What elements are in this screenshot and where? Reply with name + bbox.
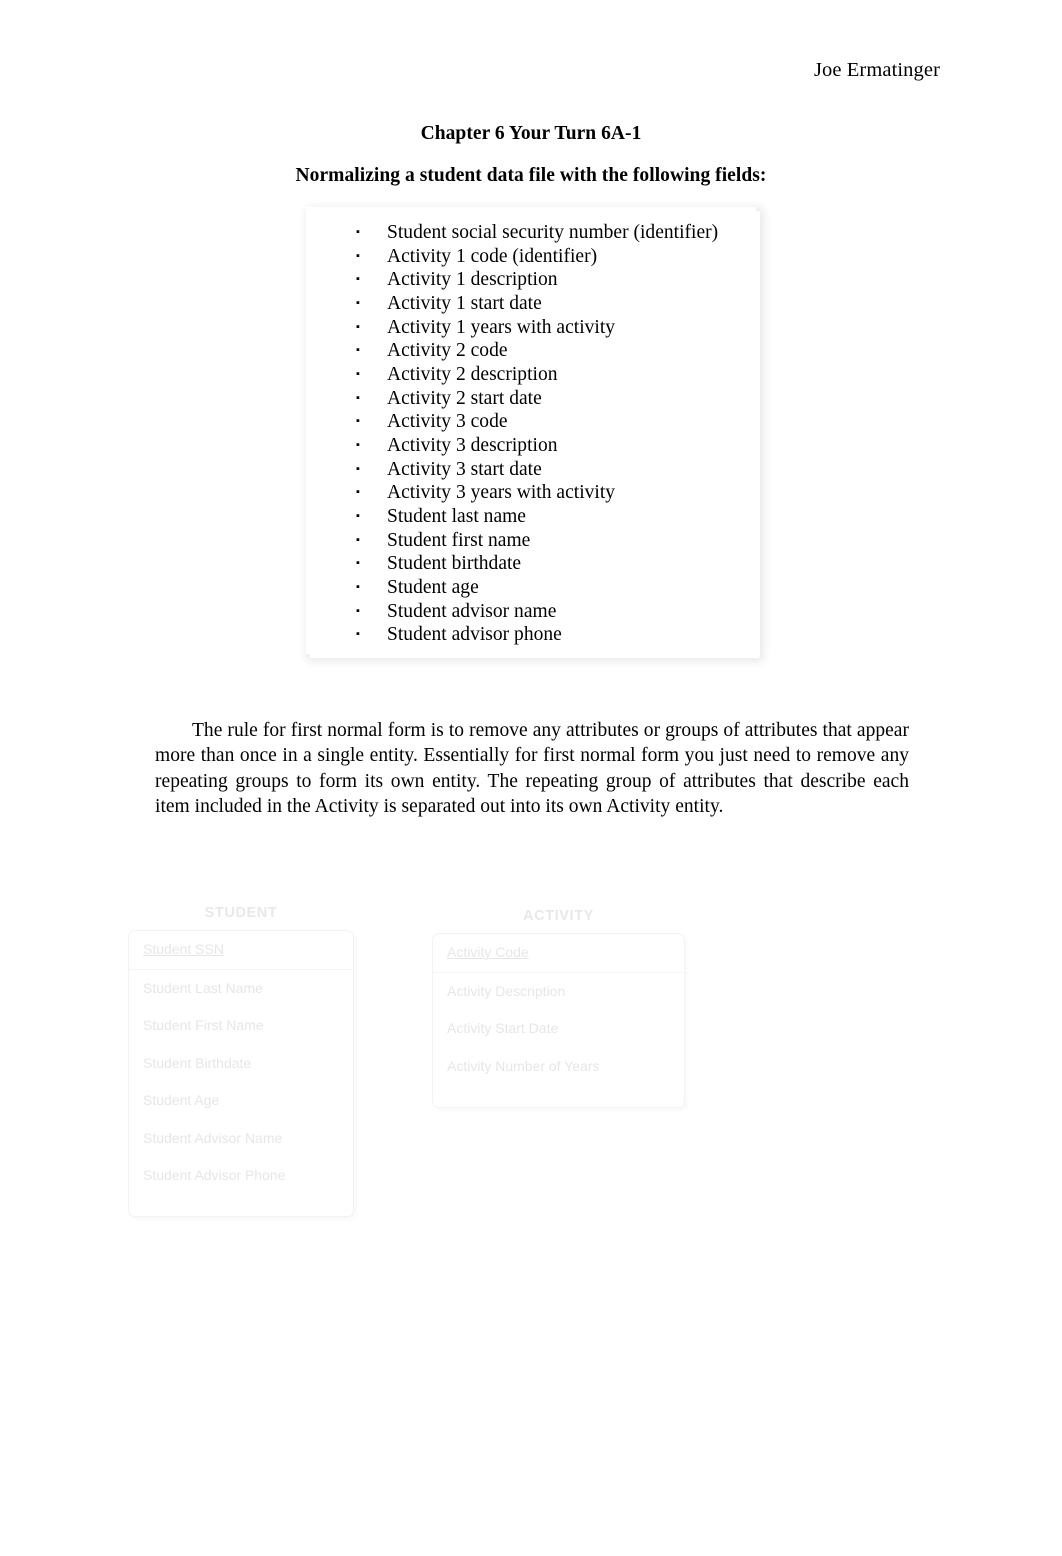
entity-student-attribute: Student Advisor Name [143, 1129, 283, 1146]
square-bullet-icon: ▪ [356, 320, 360, 333]
square-bullet-icon: ▪ [356, 509, 360, 522]
field-list-item-label: Student advisor phone [387, 624, 562, 646]
field-list-item: ▪ Activity 3 years with activity [306, 481, 756, 505]
field-list-item-label: Student first name [387, 529, 531, 551]
field-list-item-label: Student birthdate [387, 553, 522, 575]
document-page: Joe Ermatinger Chapter 6 Your Turn 6A-1 … [0, 0, 1062, 1556]
entity-student-box: Student SSN Student Last Name Student Fi… [128, 930, 354, 1217]
field-list-item: ▪ Student advisor name [306, 600, 756, 624]
author-name: Joe Ermatinger [813, 59, 940, 81]
field-list-item-label: Activity 3 years with activity [387, 482, 616, 504]
entity-activity-attribute: Activity Start Date [447, 1020, 559, 1036]
field-list-item-label: Activity 2 start date [387, 387, 542, 409]
field-list-item: ▪ Activity 2 start date [306, 387, 756, 411]
field-list-item: ▪ Student birthdate [306, 552, 756, 576]
field-list: ▪ Student social security number (identif… [306, 221, 756, 647]
square-bullet-icon: ▪ [356, 438, 360, 451]
field-list-item-label: Activity 3 start date [387, 458, 542, 480]
field-list-item: ▪ Activity 3 start date [306, 458, 756, 482]
field-list-item: ▪ Student age [306, 576, 756, 600]
square-bullet-icon: ▪ [356, 462, 360, 475]
field-list-item: ▪ Activity 3 code [306, 410, 756, 434]
square-bullet-icon: ▪ [356, 557, 360, 570]
square-bullet-icon: ▪ [356, 344, 360, 357]
field-list-item: ▪ Activity 2 description [306, 363, 756, 387]
entity-activity-attribute: Activity Description [447, 982, 566, 999]
square-bullet-icon: ▪ [356, 391, 360, 404]
square-bullet-icon: ▪ [356, 486, 360, 499]
field-list-item: ▪ Student social security number (identif… [306, 221, 756, 245]
field-list-item: ▪ Student advisor phone [306, 623, 756, 647]
entity-activity-title: ACTIVITY [523, 908, 594, 924]
entity-activity-box: Activity Code Activity Description Activ… [432, 933, 685, 1108]
field-list-item: ▪ Activity 1 start date [306, 292, 756, 316]
field-list-item: ▪ Activity 1 code (identifier) [306, 245, 756, 269]
square-bullet-icon: ▪ [356, 273, 360, 286]
square-bullet-icon: ▪ [356, 296, 360, 309]
square-bullet-icon: ▪ [356, 367, 360, 380]
entity-student-attribute: Student Age [143, 1092, 220, 1108]
body-paragraph: The rule for first normal form is to rem… [155, 720, 909, 818]
document-title: Chapter 6 Your Turn 6A-1 [420, 123, 642, 144]
field-list-item-label: Student social security number (identifi… [387, 222, 719, 243]
document-header: Joe Ermatinger [0, 58, 1062, 83]
square-bullet-icon: ▪ [356, 604, 360, 617]
field-list-item-label: Student age [387, 576, 479, 598]
field-list-box: ▪ Student social security number (identif… [306, 207, 756, 654]
field-list-item-label: Activity 1 years with activity [387, 316, 616, 338]
field-list-item-label: Student last name [387, 505, 526, 527]
field-list-item-label: Student advisor name [387, 600, 557, 622]
er-diagram: STUDENT Student SSN Student Last Name St… [0, 895, 1062, 1265]
square-bullet-icon: ▪ [356, 580, 360, 593]
entity-activity-key: Activity Code [433, 934, 684, 973]
field-list-item-label: Activity 1 description [387, 269, 558, 291]
field-list-item: ▪ Activity 3 description [306, 434, 756, 458]
field-list-item-label: Activity 1 start date [387, 292, 542, 314]
entity-student-attribute: Student Birthdate [143, 1054, 252, 1071]
field-list-textbox: ▪ Student social security number (identif… [306, 207, 756, 654]
entity-student-key: Student SSN [129, 931, 353, 970]
field-list-item: ▪ Student last name [306, 505, 756, 529]
title-block: Chapter 6 Your Turn 6A-1 Normalizing a s… [0, 122, 1062, 187]
entity-student-attribute: Student Advisor Phone [143, 1167, 286, 1183]
field-list-item: ▪ Student first name [306, 529, 756, 553]
square-bullet-icon: ▪ [356, 415, 360, 428]
field-list-item-label: Activity 3 code [387, 411, 508, 433]
square-bullet-icon: ▪ [356, 533, 360, 546]
field-list-item-label: Activity 3 description [387, 434, 558, 456]
field-list-item: ▪ Activity 2 code [306, 339, 756, 363]
entity-student-attribute: Student Last Name [143, 979, 263, 996]
field-list-item: ▪ Activity 1 years with activity [306, 316, 756, 340]
square-bullet-icon: ▪ [356, 249, 360, 262]
entity-student-title: STUDENT [204, 905, 278, 921]
entity-activity-attribute: Activity Number of Years [447, 1057, 600, 1074]
field-list-item-label: Activity 2 description [387, 363, 558, 385]
field-list-item: ▪ Activity 1 description [306, 268, 756, 292]
field-list-item-label: Activity 1 code (identifier) [387, 245, 598, 267]
field-list-item-label: Activity 2 code [387, 340, 508, 362]
square-bullet-icon: ▪ [356, 226, 360, 238]
entity-student-attribute: Student First Name [143, 1017, 264, 1033]
document-subtitle: Normalizing a student data file with the… [295, 165, 767, 186]
square-bullet-icon: ▪ [356, 628, 360, 641]
